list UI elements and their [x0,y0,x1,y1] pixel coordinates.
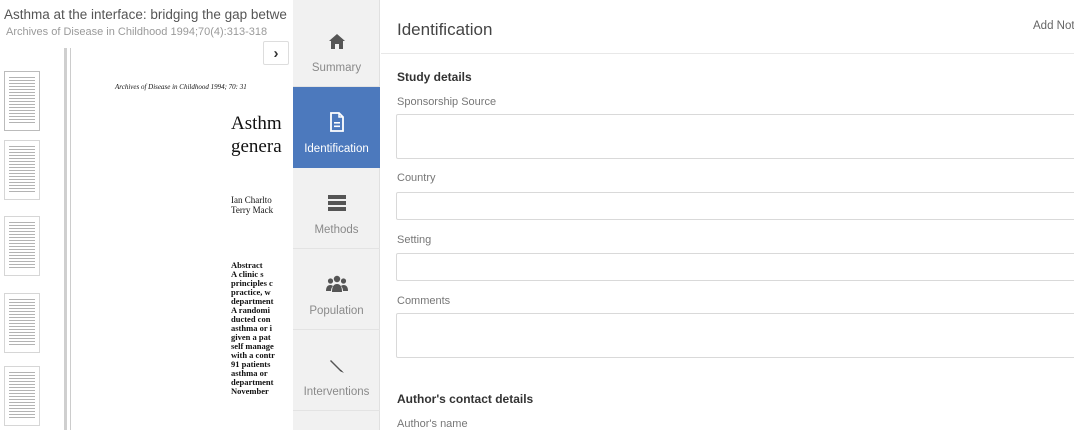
document-icon [293,111,380,133]
nav-item-label: Identification [304,143,369,155]
nav-item-label: Summary [311,62,362,74]
nav-item-summary[interactable]: Summary [293,6,380,87]
nav-item-identification[interactable]: Identification [293,87,380,168]
setting-field[interactable] [396,253,1074,281]
users-icon [293,273,380,295]
field-label-country: Country [397,172,436,184]
list-icon [293,192,380,214]
sponsorship-source-field[interactable] [396,114,1074,159]
pdf-authors: Ian Charlto Terry Mack [231,195,273,215]
page-thumbnail[interactable] [4,366,40,426]
nav-item-label: Methods [314,224,359,236]
document-header: Asthma at the interface: bridging the ga… [0,0,293,44]
field-label-sponsorship-source: Sponsorship Source [397,96,497,108]
nav-item-interventions[interactable]: Interventions [293,330,380,411]
field-label-comments: Comments [397,295,451,307]
page-thumbnail-strip[interactable] [0,48,71,430]
country-field[interactable] [396,192,1074,220]
nav-item-methods[interactable]: Methods [293,168,380,249]
field-label-setting: Setting [397,234,432,246]
comments-field[interactable] [396,313,1074,358]
title-divider [381,53,1074,54]
nav-item-population[interactable]: Population [293,249,380,330]
pdf-author-line: Ian Charlto [231,195,272,205]
page-thumbnail[interactable] [4,140,40,200]
expand-panel-button[interactable]: › [263,41,289,65]
pdf-abstract-text: A clinic s principles c practice, w depa… [231,269,275,396]
section-nav: Summary Identification Methods Populatio… [293,0,380,430]
page-thumbnail[interactable] [4,293,40,353]
add-note-link[interactable]: Add Not [1033,20,1074,32]
nav-item-label: Interventions [303,386,370,398]
section-heading-study-details: Study details [397,70,472,84]
document-citation: Archives of Disease in Childhood 1994;70… [6,26,268,38]
document-viewer: Asthma at the interface: bridging the ga… [0,0,293,430]
pdf-article-heading: Asthm genera [231,112,282,158]
identification-form-panel: Identification Add Not Study details Spo… [381,0,1074,430]
page-title: Identification [397,20,493,39]
pdf-heading-line: genera [231,136,282,157]
pdf-author-line: Terry Mack [231,205,274,215]
field-label-author-name: Author's name [397,418,468,430]
pdf-running-header: Archives of Disease in Childhood 1994; 7… [115,83,247,91]
page-scroll-divider [64,48,67,430]
pdf-page: Archives of Disease in Childhood 1994; 7… [76,48,293,430]
page-thumbnail[interactable] [4,71,40,131]
home-icon [293,30,380,52]
pdf-heading-line: Asthm [231,113,282,134]
nav-item-label: Population [309,305,364,317]
chevron-right-icon: › [273,44,279,62]
pencil-icon [293,354,380,376]
page-thumbnail[interactable] [4,216,40,276]
document-title: Asthma at the interface: bridging the ga… [4,7,287,22]
section-heading-author-contact: Author's contact details [397,392,534,406]
